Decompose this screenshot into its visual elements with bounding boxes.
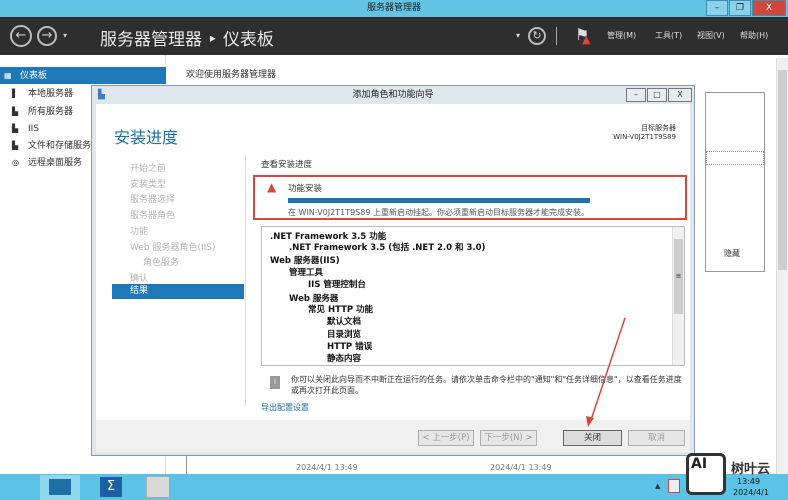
powershell-icon[interactable]: Σ [100,477,122,497]
clock-time[interactable]: 13:49 [737,477,760,486]
server-manager-icon [49,479,71,495]
tray-expand-icon[interactable]: ▲ [655,482,660,490]
taskbar: Σ ▲ 13:49 2024/4/1 [0,474,788,500]
taskbar-server-manager[interactable] [40,475,80,500]
annotation-arrow [586,317,626,427]
watermark-logo: AI [686,453,726,495]
watermark-text: 树叶云 [731,462,771,477]
network-icon[interactable] [668,479,680,493]
file-explorer-icon[interactable] [146,476,170,498]
clock-date[interactable]: 2024/4/1 [733,488,769,497]
